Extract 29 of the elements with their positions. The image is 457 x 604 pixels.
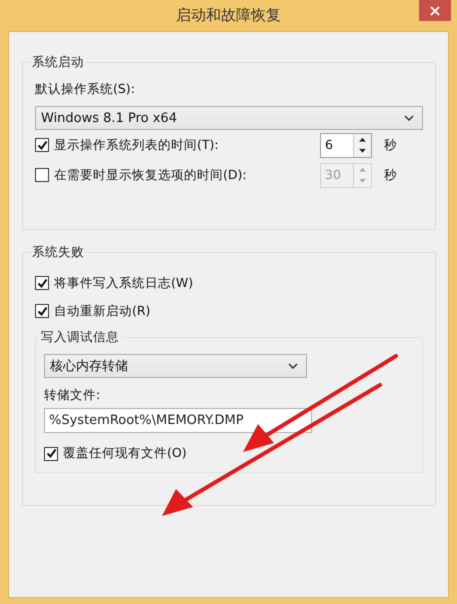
checkbox-label: 显示操作系统列表的时间(T): <box>54 136 219 154</box>
checkbox-label: 自动重新启动(R) <box>54 302 150 320</box>
chevron-icon <box>404 114 414 122</box>
window-title: 启动和故障恢复 <box>176 6 281 25</box>
checkmark-icon <box>36 140 48 150</box>
dump-file-field[interactable]: %SystemRoot%\MEMORY.DMP <box>44 408 312 433</box>
checkmark-icon <box>36 306 48 316</box>
os-dropdown[interactable]: Windows 8.1 Pro x64 <box>35 106 423 130</box>
chevron-icon <box>288 362 298 370</box>
field-label: 转储文件: <box>44 387 102 404</box>
checkbox[interactable] <box>35 304 49 318</box>
checkmark-icon <box>46 448 56 459</box>
field-label: 默认操作系统(S): <box>35 81 136 98</box>
group-title: 系统启动 <box>31 54 85 71</box>
number-spinner[interactable]: 6 <box>320 132 372 158</box>
checkbox[interactable] <box>44 446 58 460</box>
close-icon <box>430 6 440 16</box>
group-title: 系统失败 <box>31 244 85 261</box>
unit-label: 秒 <box>384 166 397 184</box>
checkbox[interactable] <box>35 276 49 290</box>
group-title: 写入调试信息 <box>40 329 120 346</box>
unit-label: 秒 <box>384 136 397 154</box>
dump-type-dropdown[interactable]: 核心内存转储 <box>44 354 307 378</box>
close-button[interactable] <box>419 0 451 21</box>
checkbox-label: 在需要时显示恢复选项的时间(D): <box>54 166 247 184</box>
checkbox-label: 覆盖任何现有文件(O) <box>63 445 187 462</box>
checkbox-label: 将事件写入系统日志(W) <box>54 274 194 292</box>
checkmark-icon <box>36 278 48 288</box>
checkbox[interactable] <box>35 138 49 152</box>
